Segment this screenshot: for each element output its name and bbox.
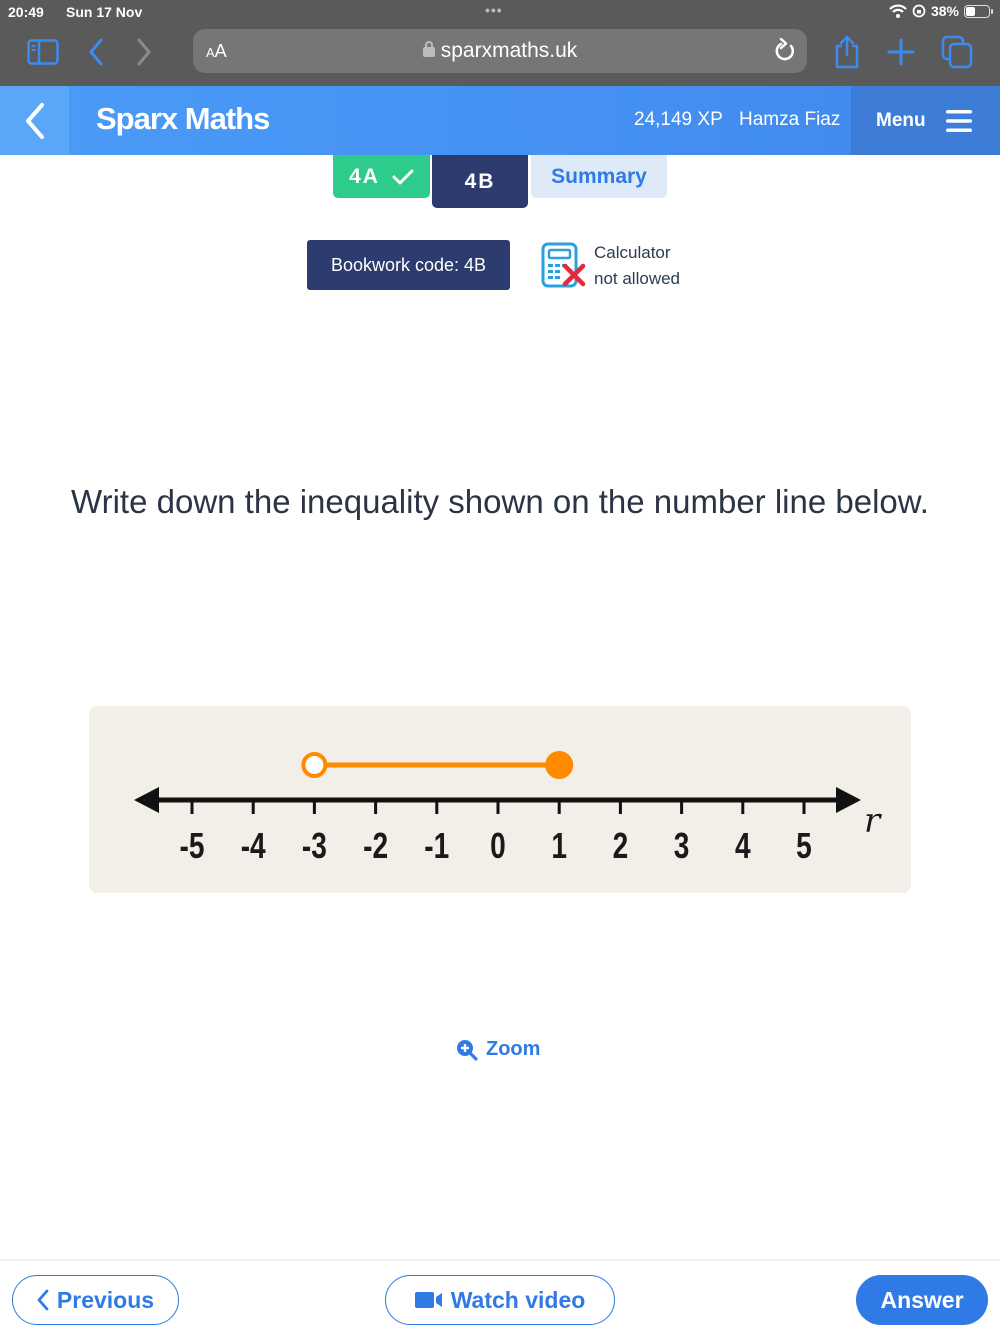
tab-4a[interactable]: 4A: [333, 155, 430, 198]
calculator-not-allowed-icon: [541, 242, 586, 288]
question-text: Write down the inequality shown on the n…: [71, 483, 929, 520]
xp-count: 24,149 XP: [634, 109, 723, 130]
tick-label: 1: [551, 826, 567, 866]
tick-label: 5: [796, 826, 812, 866]
tabs-overview-icon[interactable]: [939, 34, 975, 70]
zoom-label: Zoom: [486, 1038, 541, 1060]
menu-label: Menu: [876, 109, 926, 131]
interval-end-point: [545, 751, 574, 779]
axis-arrow-left: [134, 787, 159, 813]
status-right: 38%: [889, 3, 993, 19]
chevron-left-icon: [37, 1289, 49, 1311]
app-header: Sparx Maths 24,149 XP Hamza Fiaz Menu: [0, 86, 1000, 155]
tick-label: -1: [424, 826, 449, 866]
number-line: -5 -4 -3 -2 -1 0 1 2 3 4 5 r: [134, 751, 882, 866]
header-back-button[interactable]: [0, 86, 69, 155]
zoom-in-icon: [457, 1039, 478, 1061]
user-name: Hamza Fiaz: [739, 109, 841, 130]
url-display[interactable]: sparxmaths.uk: [193, 39, 807, 63]
previous-button[interactable]: Previous: [12, 1275, 179, 1325]
chevron-left-icon: [25, 102, 44, 139]
wifi-icon: [889, 4, 907, 18]
new-tab-icon[interactable]: [883, 34, 919, 70]
checkmark-icon: [392, 169, 414, 184]
tick-label: -3: [302, 826, 327, 866]
status-bar: 20:49 Sun 17 Nov ••• 38%: [0, 0, 1000, 24]
tick-label: -2: [363, 826, 388, 866]
tick-label: 3: [674, 826, 690, 866]
orientation-lock-icon: [912, 4, 926, 18]
address-bar[interactable]: AA sparxmaths.uk: [193, 29, 807, 73]
share-icon[interactable]: [829, 34, 865, 70]
hamburger-icon: [945, 109, 972, 132]
number-line-panel: -5 -4 -3 -2 -1 0 1 2 3 4 5 r: [89, 706, 911, 893]
brand-logo: Sparx Maths: [96, 101, 270, 136]
battery-icon: [964, 4, 993, 18]
reload-icon[interactable]: [773, 37, 797, 69]
watch-video-button[interactable]: Watch video: [385, 1275, 615, 1325]
tab-summary[interactable]: Summary: [531, 155, 667, 198]
answer-button[interactable]: Answer: [856, 1275, 988, 1325]
tick-label: -4: [241, 826, 266, 866]
status-date: Sun 17 Nov: [66, 4, 143, 20]
lock-icon: [422, 41, 435, 57]
status-time: 20:49: [8, 4, 44, 20]
tick-label: 2: [613, 826, 629, 866]
forward-icon[interactable]: [126, 34, 162, 70]
tick-label: 4: [735, 826, 751, 866]
bookwork-code-badge: Bookwork code: 4B: [307, 240, 510, 290]
sidebar-toggle-icon[interactable]: [25, 34, 61, 70]
calculator-status: Calculator not allowed: [541, 240, 721, 292]
back-icon[interactable]: [78, 34, 114, 70]
zoom-link[interactable]: Zoom: [456, 1038, 540, 1061]
footer-bar: Previous Watch video Answer: [0, 1259, 1000, 1333]
video-camera-icon: [414, 1292, 442, 1308]
browser-toolbar: AA sparxmaths.uk: [0, 24, 1000, 86]
variable-label: r: [864, 801, 882, 841]
axis-arrow-right: [836, 787, 861, 813]
interval-start-point: [301, 752, 328, 778]
battery-percent: 38%: [930, 3, 959, 19]
menu-button[interactable]: Menu: [851, 86, 1000, 155]
calculator-status-text: not allowed: [594, 269, 681, 288]
task-tabs: 4A 4B Summary: [0, 155, 1000, 215]
tick-label: 0: [490, 826, 506, 866]
calculator-label: Calculator: [594, 243, 671, 262]
tick-label: -5: [180, 826, 205, 866]
tab-4b[interactable]: 4B: [432, 155, 528, 208]
multitasking-dots-icon[interactable]: •••: [485, 2, 503, 18]
